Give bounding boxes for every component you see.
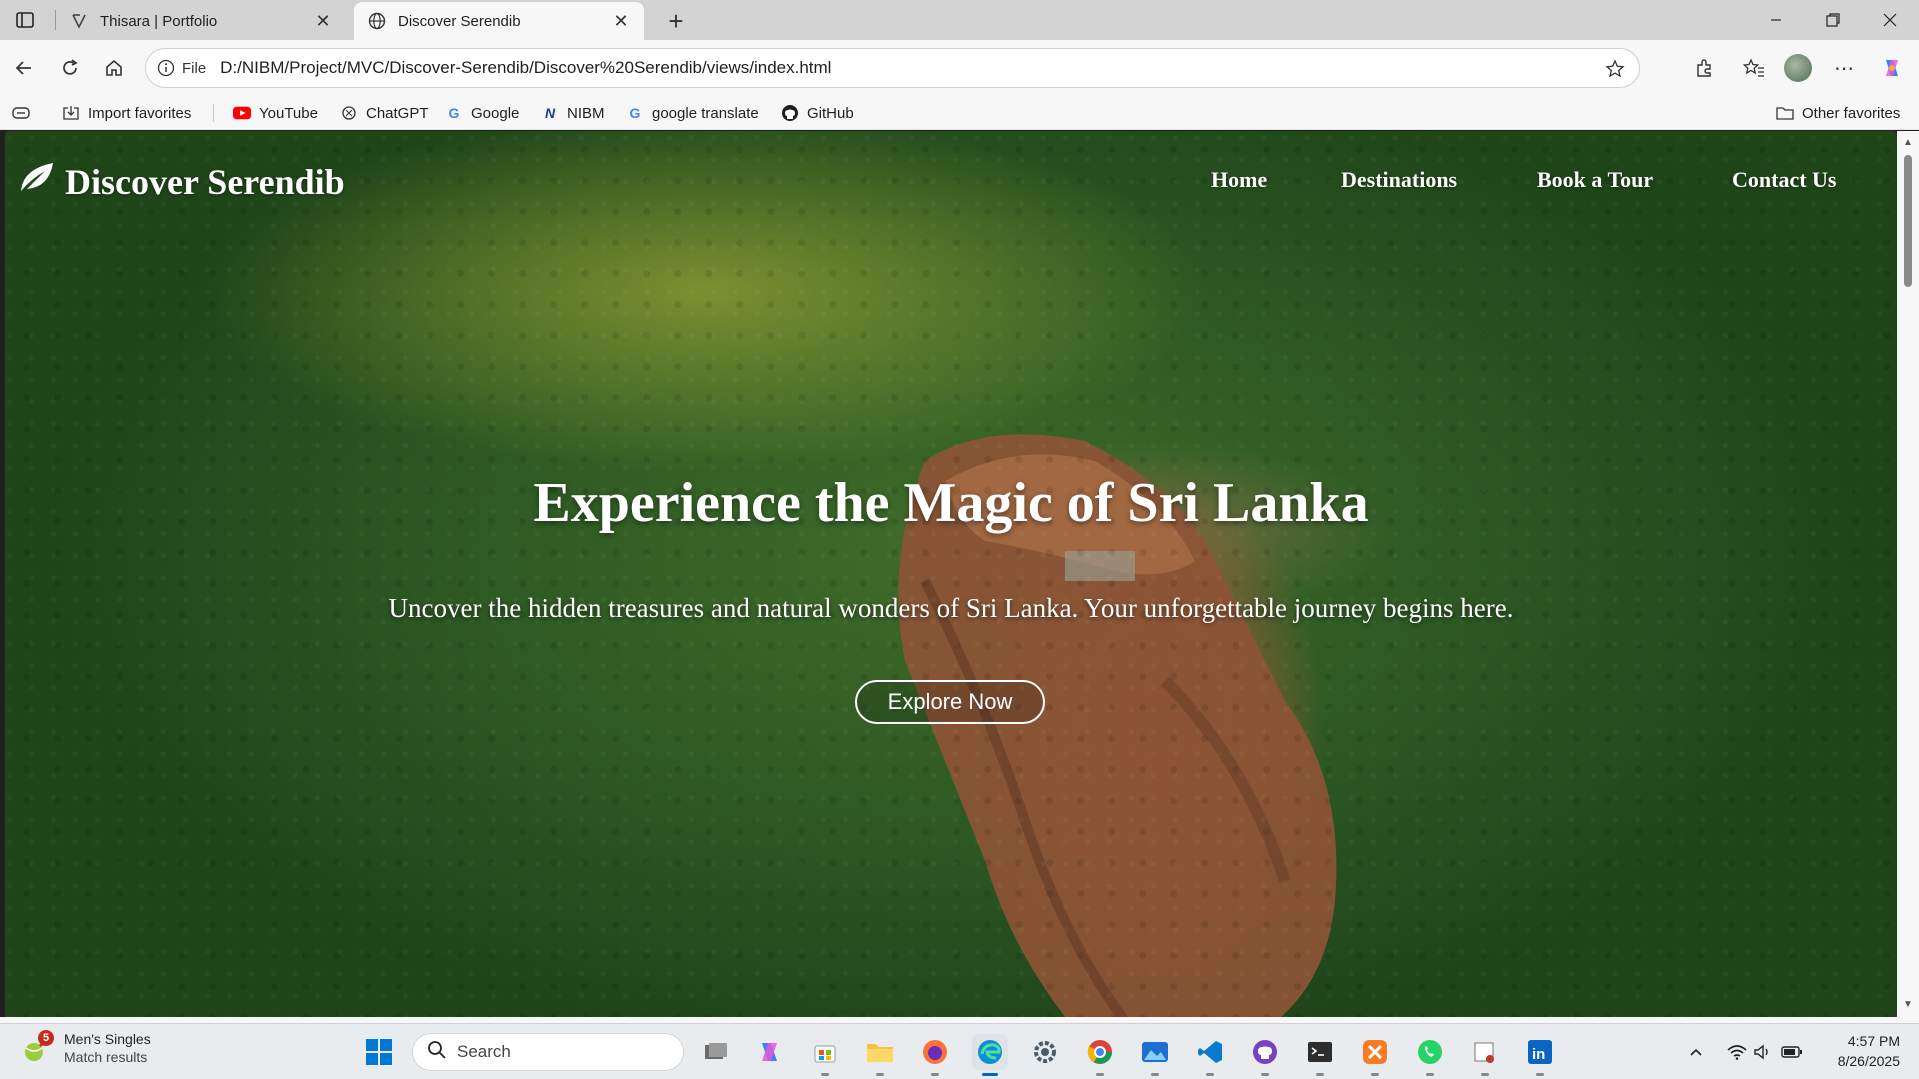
tab-title: Thisara | Portfolio <box>100 12 218 30</box>
favorites-icon[interactable] <box>1738 52 1770 84</box>
globe-icon <box>366 10 388 32</box>
close-tab-icon[interactable]: ✕ <box>312 10 334 32</box>
github-desktop-icon[interactable] <box>1247 1034 1283 1076</box>
favorite-star-icon[interactable] <box>1603 57 1627 81</box>
wifi-icon[interactable] <box>1726 1038 1748 1066</box>
system-clock[interactable]: 4:57 PM 8/26/2025 <box>1820 1031 1900 1071</box>
import-icon <box>62 104 80 122</box>
minimize-icon[interactable] <box>1748 0 1804 40</box>
browser-titlebar: Thisara | Portfolio ✕ Discover Serendib … <box>0 0 1919 40</box>
firefox-icon[interactable] <box>917 1034 953 1076</box>
tennis-icon: 5 <box>22 1030 54 1064</box>
chrome-icon[interactable] <box>1082 1034 1118 1076</box>
tray-chevron-up-icon[interactable] <box>1686 1038 1706 1066</box>
google-icon: G <box>448 105 460 121</box>
info-icon[interactable] <box>156 58 176 78</box>
settings-gear-icon[interactable] <box>1027 1034 1063 1070</box>
browser-toolbar: File D:/NIBM/Project/MVC/Discover-Serend… <box>0 40 1919 96</box>
favorite-google[interactable]: G Google <box>445 102 520 124</box>
linkedin-icon[interactable]: in <box>1522 1034 1558 1076</box>
copilot-taskbar-icon[interactable] <box>752 1034 788 1070</box>
favorite-google-translate[interactable]: G google translate <box>626 102 759 124</box>
favorite-label: google translate <box>652 104 759 122</box>
refresh-icon[interactable] <box>54 52 86 84</box>
chatgpt-icon <box>340 104 358 122</box>
start-button[interactable] <box>361 1034 397 1070</box>
tab-title: Discover Serendib <box>398 12 521 30</box>
profile-avatar[interactable] <box>1782 52 1814 84</box>
edge-icon[interactable] <box>972 1034 1008 1076</box>
favorites-separator <box>213 104 214 122</box>
url-text[interactable]: D:/NIBM/Project/MVC/Discover-Serendib/Di… <box>220 58 831 78</box>
task-view-icon[interactable] <box>698 1034 734 1070</box>
url-scheme-label: File <box>182 59 207 77</box>
favorite-label: ChatGPT <box>366 104 429 122</box>
favorite-label: Import favorites <box>88 104 192 122</box>
favorite-github[interactable]: GitHub <box>781 102 854 124</box>
snipping-tool-icon[interactable] <box>1467 1034 1503 1076</box>
avatar <box>1784 54 1812 82</box>
page-scrollbar[interactable]: ▲ ▼ <box>1897 131 1919 1017</box>
news-widget[interactable]: 5 Men's Singles Match results <box>22 1030 151 1066</box>
tab-portfolio[interactable]: Thisara | Portfolio ✕ <box>56 2 346 40</box>
terminal-icon[interactable] <box>1302 1034 1338 1076</box>
home-icon[interactable] <box>98 52 130 84</box>
widget-badge: 5 <box>38 1030 54 1046</box>
search-icon <box>427 1040 447 1065</box>
favorite-label: NIBM <box>567 104 605 122</box>
favorite-nibm[interactable]: N NIBM <box>541 102 605 124</box>
vscode-icon[interactable] <box>1192 1034 1228 1076</box>
page-viewport: Discover Serendib Home Destinations Book… <box>5 131 1897 1017</box>
hero-title: Experience the Magic of Sri Lanka <box>533 472 1369 534</box>
close-window-icon[interactable] <box>1862 0 1918 40</box>
address-bar[interactable]: File D:/NIBM/Project/MVC/Discover-Serend… <box>145 48 1640 88</box>
github-icon <box>781 104 799 122</box>
explore-now-button[interactable]: Explore Now <box>855 680 1045 724</box>
clock-time: 4:57 PM <box>1847 1033 1900 1049</box>
whatsapp-icon[interactable] <box>1412 1034 1448 1076</box>
file-explorer-icon[interactable] <box>862 1034 898 1076</box>
scroll-down-icon[interactable]: ▼ <box>1902 999 1914 1011</box>
copilot-icon[interactable] <box>1876 52 1908 84</box>
other-favorites[interactable]: Other favorites <box>1776 102 1900 124</box>
sidebar-toggle-icon[interactable] <box>12 8 38 32</box>
tab-discover-serendib[interactable]: Discover Serendib ✕ <box>354 2 644 40</box>
taskbar: 5 Men's Singles Match results Search in … <box>0 1023 1919 1079</box>
widget-title: Men's Singles <box>64 1031 151 1047</box>
close-tab-icon[interactable]: ✕ <box>610 10 632 32</box>
clock-date: 8/26/2025 <box>1837 1053 1900 1069</box>
folder-icon <box>1776 104 1794 122</box>
taskbar-search[interactable]: Search <box>412 1033 684 1071</box>
xampp-icon[interactable] <box>1357 1034 1393 1076</box>
favorite-chatgpt[interactable]: ChatGPT <box>340 102 429 124</box>
microsoft-store-icon[interactable] <box>807 1034 843 1076</box>
search-placeholder: Search <box>457 1042 511 1061</box>
google-icon: G <box>629 105 641 121</box>
more-options-icon[interactable]: ⋯ <box>1828 52 1860 84</box>
photos-icon[interactable] <box>1137 1034 1173 1076</box>
hero-subtitle: Uncover the hidden treasures and natural… <box>388 593 1514 623</box>
battery-icon[interactable] <box>1780 1038 1804 1066</box>
favorite-label: YouTube <box>259 104 318 122</box>
favorite-import[interactable]: Import favorites <box>62 102 191 124</box>
widget-subtitle: Match results <box>64 1049 148 1065</box>
back-arrow-icon[interactable] <box>8 52 40 84</box>
nibm-icon: N <box>544 105 556 121</box>
restore-icon[interactable] <box>1805 0 1861 40</box>
volume-icon[interactable] <box>1752 1038 1774 1066</box>
portfolio-favicon-icon <box>68 10 90 32</box>
hero-section: Experience the Magic of Sri Lanka Uncove… <box>5 131 1897 1017</box>
extensions-icon[interactable] <box>1688 52 1720 84</box>
other-favorites-label: Other favorites <box>1802 104 1901 122</box>
collections-icon[interactable] <box>12 102 30 124</box>
favorite-youtube[interactable]: YouTube <box>233 102 318 124</box>
svg-text:in: in <box>1532 1046 1545 1063</box>
favorite-label: GitHub <box>807 104 854 122</box>
scrollbar-thumb[interactable] <box>1904 155 1912 287</box>
youtube-icon <box>233 104 251 122</box>
favorites-bar: Import favorites YouTube ChatGPT G Googl… <box>0 96 1919 130</box>
new-tab-button[interactable]: + <box>661 6 691 36</box>
scroll-up-icon[interactable]: ▲ <box>1902 137 1914 149</box>
favorite-label: Google <box>471 104 520 122</box>
